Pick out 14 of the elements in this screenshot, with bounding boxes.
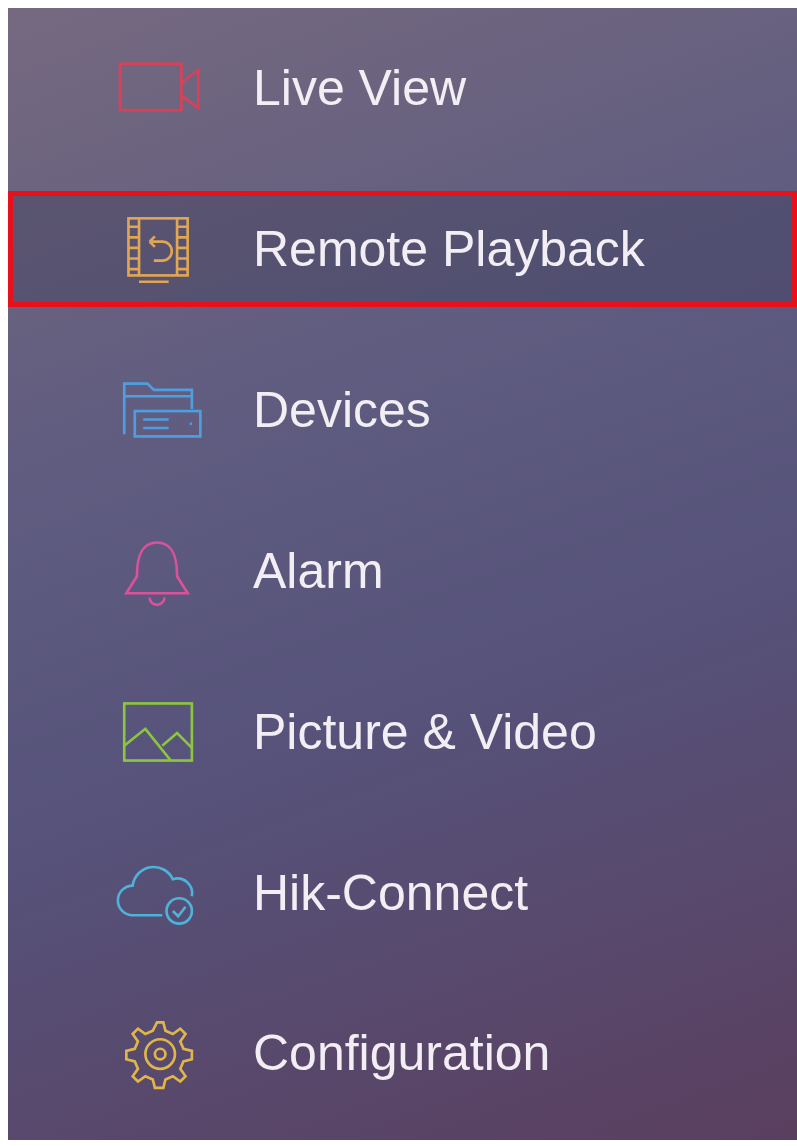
menu-item-label: Hik-Connect: [253, 863, 529, 922]
menu-item[interactable]: Live View: [8, 30, 797, 147]
menu-item[interactable]: Hik-Connect: [8, 834, 797, 951]
menu-item-label: Alarm: [253, 541, 384, 600]
menu-item[interactable]: Alarm: [8, 512, 797, 629]
menu-item-label: Picture & Video: [253, 702, 597, 761]
menu-item[interactable]: Devices: [8, 352, 797, 469]
menu-item[interactable]: Configuration: [8, 995, 797, 1112]
menu-item-label: Remote Playback: [253, 220, 645, 279]
menu-item-label: Configuration: [253, 1024, 551, 1083]
menu-item-label: Live View: [253, 59, 467, 118]
menu-item[interactable]: Picture & Video: [8, 673, 797, 790]
menu-item-label: Devices: [253, 381, 431, 440]
menu-item[interactable]: Remote Playback: [8, 191, 797, 308]
